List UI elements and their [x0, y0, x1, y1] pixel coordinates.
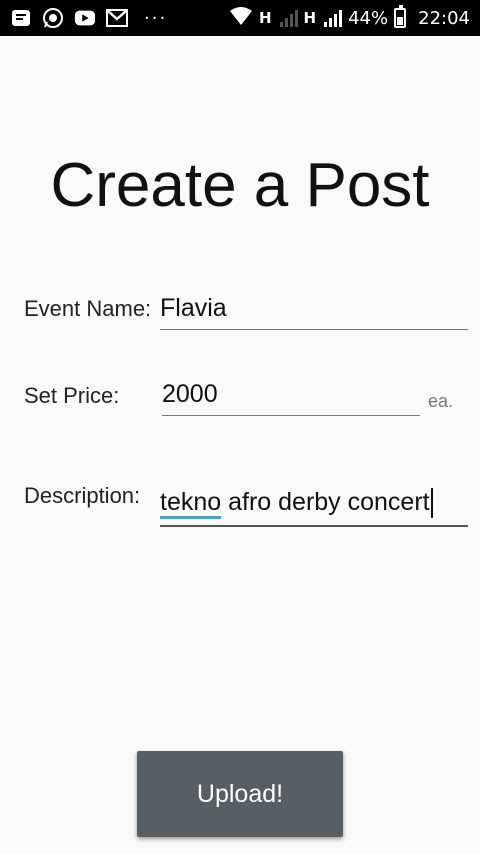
- status-bar: ··· H H 44% 22:04: [0, 0, 480, 36]
- price-value: 2000: [162, 380, 218, 408]
- wifi-icon: [229, 6, 253, 31]
- upload-button[interactable]: Upload!: [137, 751, 343, 837]
- event-name-input[interactable]: Flavia: [160, 294, 468, 330]
- event-name-label: Event Name:: [24, 296, 152, 321]
- signal-icon-2: [324, 9, 343, 27]
- more-notifications-icon: ···: [144, 7, 168, 29]
- whatsapp-icon: [42, 7, 64, 29]
- price-input[interactable]: 2000: [162, 380, 420, 416]
- clock: 22:04: [418, 7, 470, 29]
- message-icon: [10, 7, 32, 29]
- description-label: Description:: [24, 483, 141, 508]
- signal-icon-1: [279, 9, 298, 27]
- event-name-value: Flavia: [160, 294, 227, 322]
- network-type-1: H: [258, 9, 272, 27]
- battery-percent: 44%: [348, 7, 389, 29]
- gmail-icon: [106, 7, 128, 29]
- page-title: Create a Post: [50, 151, 430, 220]
- price-suffix: ea.: [428, 391, 454, 411]
- spellcheck-word: tekno: [160, 488, 222, 519]
- text-cursor: [430, 488, 433, 519]
- description-input[interactable]: tekno afro derby concert: [160, 488, 468, 527]
- description-value: afro derby concert: [221, 488, 430, 516]
- price-label: Set Price:: [24, 383, 120, 408]
- battery-icon: [394, 5, 407, 28]
- network-type-2: H: [303, 9, 317, 27]
- youtube-icon: [74, 7, 96, 29]
